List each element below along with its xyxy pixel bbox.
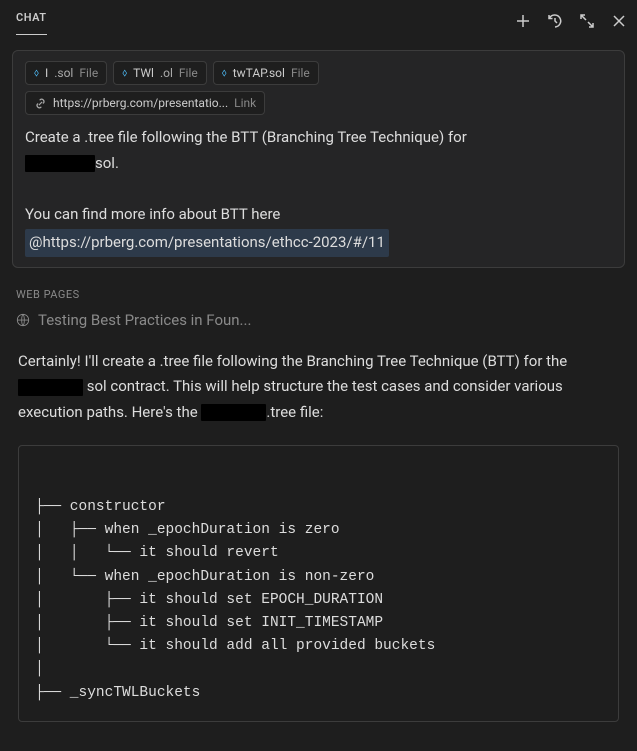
header-actions bbox=[515, 13, 627, 33]
user-message: ⬨ I .sol File ⬨ TWl .ol File ⬨ twTAP.sol… bbox=[12, 50, 625, 268]
redacted-block bbox=[25, 155, 95, 172]
user-line1b: sol. bbox=[95, 154, 119, 172]
link-url: https://prberg.com/presentatio... bbox=[53, 96, 228, 110]
chip-name: I bbox=[45, 66, 48, 80]
chip-type: File bbox=[291, 66, 310, 80]
chip-ext: .ol bbox=[160, 66, 173, 80]
code-block: ├── constructor │ ├── when _epochDuratio… bbox=[18, 445, 619, 722]
url-highlight[interactable]: @https://prberg.com/presentations/ethcc-… bbox=[25, 229, 389, 257]
globe-icon bbox=[16, 313, 30, 327]
code-line: ├── constructor bbox=[35, 499, 166, 515]
user-line1: Create a .tree file following the BTT (B… bbox=[25, 128, 467, 146]
ethereum-icon: ⬨ bbox=[122, 66, 127, 80]
assistant-message: Certainly! I'll create a .tree file foll… bbox=[18, 349, 619, 426]
link-type: Link bbox=[234, 96, 256, 110]
code-line: │ bbox=[35, 661, 44, 677]
code-line: │ └── it should add all provided buckets bbox=[35, 638, 435, 654]
chip-name: TWl bbox=[133, 66, 154, 80]
code-line: │ │ └── it should revert bbox=[35, 545, 279, 561]
attachments-row: ⬨ I .sol File ⬨ TWl .ol File ⬨ twTAP.sol… bbox=[25, 61, 612, 85]
link-icon bbox=[34, 97, 47, 110]
user-text: Create a .tree file following the BTT (B… bbox=[25, 125, 612, 257]
webpage-title: Testing Best Practices in Foun... bbox=[38, 311, 251, 329]
expand-icon[interactable] bbox=[579, 13, 595, 33]
code-line: │ └── when _epochDuration is non-zero bbox=[35, 569, 374, 585]
redacted-block bbox=[201, 404, 266, 421]
link-chip[interactable]: https://prberg.com/presentatio... Link bbox=[25, 91, 265, 115]
history-icon[interactable] bbox=[547, 13, 563, 33]
webpage-item[interactable]: Testing Best Practices in Foun... bbox=[12, 309, 625, 331]
assist-p1a: Certainly! I'll create a .tree file foll… bbox=[18, 352, 567, 370]
chat-title: CHAT bbox=[16, 11, 47, 35]
file-chip[interactable]: ⬨ twTAP.sol File bbox=[213, 61, 319, 85]
chip-type: File bbox=[179, 66, 198, 80]
code-line: ├── _syncTWLBuckets bbox=[35, 685, 200, 701]
webpages-label: WEB PAGES bbox=[16, 288, 625, 301]
redacted-block bbox=[18, 379, 83, 396]
close-icon[interactable] bbox=[611, 13, 627, 33]
chip-name: twTAP.sol bbox=[233, 66, 285, 80]
assist-p1c: .tree file: bbox=[266, 403, 323, 421]
ethereum-icon: ⬨ bbox=[34, 66, 39, 80]
chip-ext: .sol bbox=[54, 66, 73, 80]
chat-content: ⬨ I .sol File ⬨ TWl .ol File ⬨ twTAP.sol… bbox=[0, 38, 637, 734]
code-line: │ ├── when _epochDuration is zero bbox=[35, 522, 340, 538]
code-line: │ ├── it should set INIT_TIMESTAMP bbox=[35, 615, 383, 631]
file-chip[interactable]: ⬨ TWl .ol File bbox=[113, 61, 207, 85]
code-line: │ ├── it should set EPOCH_DURATION bbox=[35, 592, 383, 608]
chip-type: File bbox=[79, 66, 98, 80]
user-line2: You can find more info about BTT here bbox=[25, 205, 280, 223]
new-chat-icon[interactable] bbox=[515, 13, 531, 33]
chat-header: CHAT bbox=[0, 0, 637, 38]
link-row: https://prberg.com/presentatio... Link bbox=[25, 91, 612, 115]
ethereum-icon: ⬨ bbox=[222, 66, 227, 80]
file-chip[interactable]: ⬨ I .sol File bbox=[25, 61, 107, 85]
